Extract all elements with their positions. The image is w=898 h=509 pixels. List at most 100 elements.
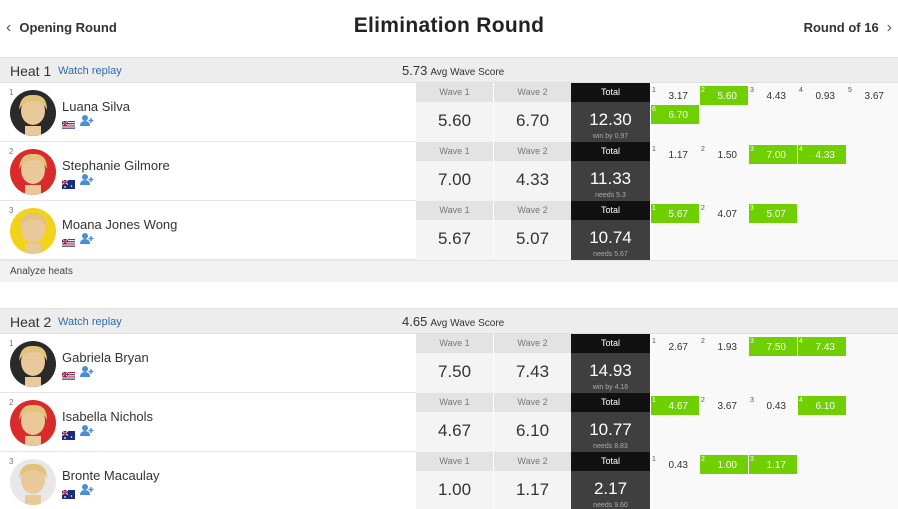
wave-scores-grid: 1 5.67 2 4.07 3 5.07: [651, 201, 898, 260]
wave-1-label: Wave 1: [416, 393, 493, 412]
avatar[interactable]: [10, 400, 56, 446]
wave-score-cell[interactable]: 2 1.93: [700, 337, 748, 356]
wave-number: 2: [701, 146, 705, 153]
wave-score-cell[interactable]: 2 4.07: [700, 204, 748, 223]
surfer-row[interactable]: 2 Stephanie Gilmore Wave 1 7.00 Wave 2 4.33 To…: [0, 142, 898, 201]
total-label: Total: [571, 83, 650, 102]
heat-section: Heat 2 Watch replay 4.65 Avg Wave Score 1 Gab…: [0, 308, 898, 509]
follow-surfer-icon[interactable]: [80, 114, 94, 127]
surfer-row[interactable]: 3 Bronte Macaulay Wave 1 1.00 Wave 2 1.17 Tota…: [0, 452, 898, 509]
follow-surfer-icon[interactable]: [80, 232, 94, 245]
wave-score-cell[interactable]: 1 4.67: [651, 396, 699, 415]
avatar[interactable]: [10, 341, 56, 387]
wave-score-cell[interactable]: 3 1.17: [749, 455, 797, 474]
avatar[interactable]: [10, 459, 56, 505]
surfer-name[interactable]: Gabriela Bryan: [62, 350, 149, 365]
wave-2-value: 7.43: [515, 362, 550, 381]
total-note: win by 4.16: [592, 384, 629, 391]
surfer-row[interactable]: 1 Luana Silva Wave 1 5.60 Wave 2 6.70 Total 12.…: [0, 83, 898, 142]
wave-score-cell[interactable]: 1 2.67: [651, 337, 699, 356]
wave-score-cell[interactable]: 2 1.50: [700, 145, 748, 164]
wave-1-label: Wave 1: [416, 334, 493, 353]
follow-surfer-icon[interactable]: [80, 365, 94, 378]
wave-score: 0.93: [815, 91, 835, 102]
wave-score: 7.50: [766, 342, 786, 353]
wave-1-label: Wave 1: [416, 142, 493, 161]
wave-score-cell[interactable]: 1 1.17: [651, 145, 699, 164]
avatar[interactable]: [10, 90, 56, 136]
surfer-name[interactable]: Luana Silva: [62, 99, 130, 114]
wave-1-score: Wave 1 5.60: [416, 83, 493, 142]
wave-score: 0.43: [668, 460, 688, 471]
wave-score-cell[interactable]: 4 6.10: [798, 396, 846, 415]
wave-1-value: 7.00: [437, 170, 472, 189]
total-score: Total 12.30 win by 0.97: [571, 83, 650, 142]
wave-1-score: Wave 1 7.50: [416, 334, 493, 393]
wave-1-value: 5.67: [437, 229, 472, 248]
analyze-heats-link[interactable]: Analyze heats: [0, 260, 898, 282]
wave-number: 3: [750, 397, 754, 404]
follow-surfer-icon[interactable]: [80, 173, 94, 186]
wave-score-cell[interactable]: 3 5.07: [749, 204, 797, 223]
wave-score-cell[interactable]: 3 4.43: [749, 86, 797, 105]
wave-number: 4: [799, 87, 803, 94]
avg-wave-score: 4.65 Avg Wave Score: [402, 314, 504, 329]
australia-flag-icon: [61, 176, 75, 189]
wave-score: 5.60: [717, 91, 737, 102]
wave-score: 5.07: [766, 209, 786, 220]
wave-number: 4: [799, 397, 803, 404]
total-score: Total 11.33 needs 5.3: [571, 142, 650, 201]
wave-score-cell[interactable]: 1 0.43: [651, 455, 699, 474]
wave-score-cell[interactable]: 3 0.43: [749, 396, 797, 415]
surfer-row[interactable]: 3 Moana Jones Wong Wave 1 5.67 Wave 2 5.07 Tot…: [0, 201, 898, 260]
next-round-link[interactable]: Round of 16 ›: [804, 19, 892, 35]
surfer-name[interactable]: Isabella Nichols: [62, 409, 153, 424]
wave-1-score: Wave 1 5.67: [416, 201, 493, 260]
wave-score-cell[interactable]: 1 5.67: [651, 204, 699, 223]
wave-score: 6.10: [815, 401, 835, 412]
round-navigation: ‹ Opening Round Elimination Round Round …: [0, 0, 898, 58]
total-score: Total 14.93 win by 4.16: [571, 334, 650, 393]
surfer-seed: 1: [9, 339, 14, 348]
total-score: Total 10.77 needs 8.83: [571, 393, 650, 452]
wave-score-cell[interactable]: 2 3.67: [700, 396, 748, 415]
surfer-row[interactable]: 2 Isabella Nichols Wave 1 4.67 Wave 2 6.10 Tot…: [0, 393, 898, 452]
wave-score-cell[interactable]: 2 5.60: [700, 86, 748, 105]
avatar[interactable]: [10, 208, 56, 254]
wave-score-cell[interactable]: 4 4.33: [798, 145, 846, 164]
avatar[interactable]: [10, 149, 56, 195]
wave-score-cell[interactable]: 3 7.00: [749, 145, 797, 164]
wave-score-cell[interactable]: 2 1.00: [700, 455, 748, 474]
wave-1-label: Wave 1: [416, 83, 493, 102]
wave-2-label: Wave 2: [494, 83, 571, 102]
total-value: 2.17: [593, 479, 628, 498]
heat-title: Heat 1: [10, 63, 52, 79]
wave-score-cell[interactable]: 6 6.70: [651, 105, 699, 124]
wave-score-cell[interactable]: 4 7.43: [798, 337, 846, 356]
wave-score-cell[interactable]: 4 0.93: [798, 86, 846, 105]
wave-number: 3: [750, 205, 754, 212]
wave-score: 2.67: [668, 342, 688, 353]
watch-replay-link[interactable]: Watch replay: [58, 316, 122, 328]
wave-number: 3: [750, 456, 754, 463]
surfer-row[interactable]: 1 Gabriela Bryan Wave 1 7.50 Wave 2 7.43 Total…: [0, 334, 898, 393]
watch-replay-link[interactable]: Watch replay: [58, 65, 122, 77]
hawaii-flag-icon: [61, 117, 75, 130]
wave-score: 4.07: [717, 209, 737, 220]
wave-score-cell[interactable]: 1 3.17: [651, 86, 699, 105]
follow-surfer-icon[interactable]: [80, 483, 94, 496]
total-note: needs 5.67: [593, 251, 628, 258]
surfer-name[interactable]: Stephanie Gilmore: [62, 158, 170, 173]
heat-header: Heat 2 Watch replay 4.65 Avg Wave Score: [0, 308, 898, 334]
surfer-name[interactable]: Moana Jones Wong: [62, 217, 177, 232]
avg-wave-score-value: 4.65: [402, 314, 428, 329]
wave-number: 1: [652, 456, 656, 463]
surfer-name[interactable]: Bronte Macaulay: [62, 468, 160, 483]
follow-surfer-icon[interactable]: [80, 424, 94, 437]
wave-score-cell[interactable]: 3 7.50: [749, 337, 797, 356]
wave-number: 3: [750, 87, 754, 94]
wave-number: 1: [652, 205, 656, 212]
wave-1-score: Wave 1 7.00: [416, 142, 493, 201]
wave-score-cell[interactable]: 5 3.67: [847, 86, 895, 105]
total-note: needs 9.60: [593, 502, 628, 509]
